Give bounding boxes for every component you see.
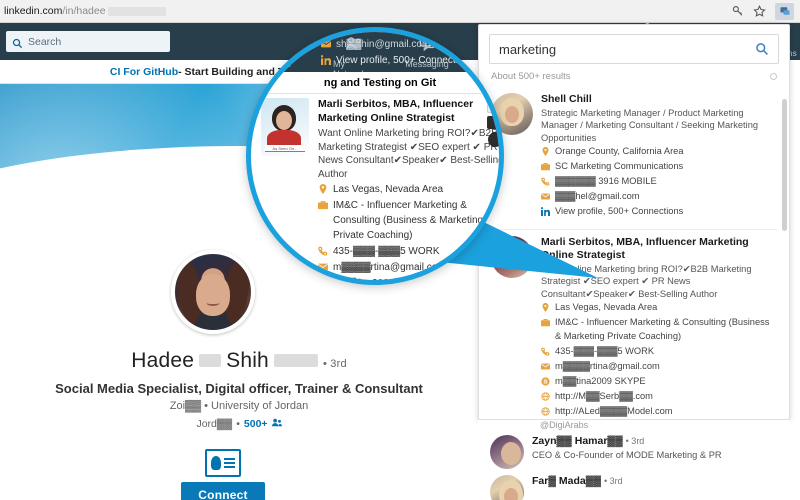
overlay-line-text: sh▓▓hin@gmail.com bbox=[336, 39, 431, 50]
phone-icon bbox=[318, 246, 328, 256]
magnified-result-name[interactable]: Marli Serbitos, MBA, Influencer Marketin… bbox=[318, 98, 499, 125]
nav-label-home: Home bbox=[266, 59, 291, 69]
briefcase-icon bbox=[318, 200, 328, 210]
magnified-navbar: Home My Network Messaging bbox=[251, 32, 499, 79]
screenshot-root: linkedin.com/in/hadee Search CI For GitH… bbox=[0, 0, 800, 500]
envelope-icon bbox=[318, 262, 328, 272]
magnified-detail-email: m▓▓▓▓rtina@gmail.com bbox=[318, 260, 499, 275]
magnified-detail-phone: 435-▓▓▓-▓▓▓5 WORK bbox=[318, 244, 499, 259]
magnified-detail-text: IM&C - Influencer Marketing & Consulting… bbox=[333, 200, 484, 242]
magnified-detail-text: Las Vegas, Nevada Area bbox=[333, 184, 444, 196]
envelope-icon bbox=[321, 39, 331, 49]
magnified-promo-banner: ng and Testing on Git bbox=[251, 72, 499, 94]
home-icon bbox=[270, 34, 289, 58]
magnifier-lens: Home My Network Messaging bbox=[246, 27, 504, 285]
magnified-detail-location: Las Vegas, Nevada Area bbox=[318, 182, 499, 197]
avatar-face bbox=[276, 111, 292, 130]
overlay-line-text: View profile, 500+ Connections bbox=[336, 55, 474, 66]
magnified-result: As Seen On... Marli Serbitos, MBA, Influ… bbox=[261, 98, 504, 280]
avatar-caption: As Seen On... bbox=[265, 145, 305, 152]
magnified-detail-text: 435-▓▓▓-▓▓▓5 WORK bbox=[333, 246, 440, 258]
overlay-line-email: sh▓▓hin@gmail.com bbox=[321, 37, 499, 52]
overlay-line-linkedin: View profile, 500+ Connections bbox=[321, 53, 499, 68]
magnifier-content: Home My Network Messaging bbox=[251, 32, 504, 280]
magnified-result-body: Marli Serbitos, MBA, Influencer Marketin… bbox=[318, 98, 504, 280]
media-badge-icon bbox=[487, 132, 499, 147]
magnified-promo-text: ng and Testing on Git bbox=[323, 76, 437, 89]
magnified-detail-company: IM&C - Influencer Marketing & Consulting… bbox=[318, 198, 499, 243]
magnified-result-subtitle: Want Online Marketing bring ROI?✔B2B Mar… bbox=[318, 128, 504, 180]
magnified-detail-text: m▓▓▓▓rtina@gmail.com bbox=[333, 262, 446, 274]
magnified-overlay-lines: sh▓▓hin@gmail.com View profile, 500+ Con… bbox=[321, 36, 499, 68]
location-pin-icon bbox=[318, 184, 328, 195]
magnified-result-avatar[interactable]: As Seen On... bbox=[261, 98, 309, 156]
linkedin-icon bbox=[321, 55, 331, 65]
